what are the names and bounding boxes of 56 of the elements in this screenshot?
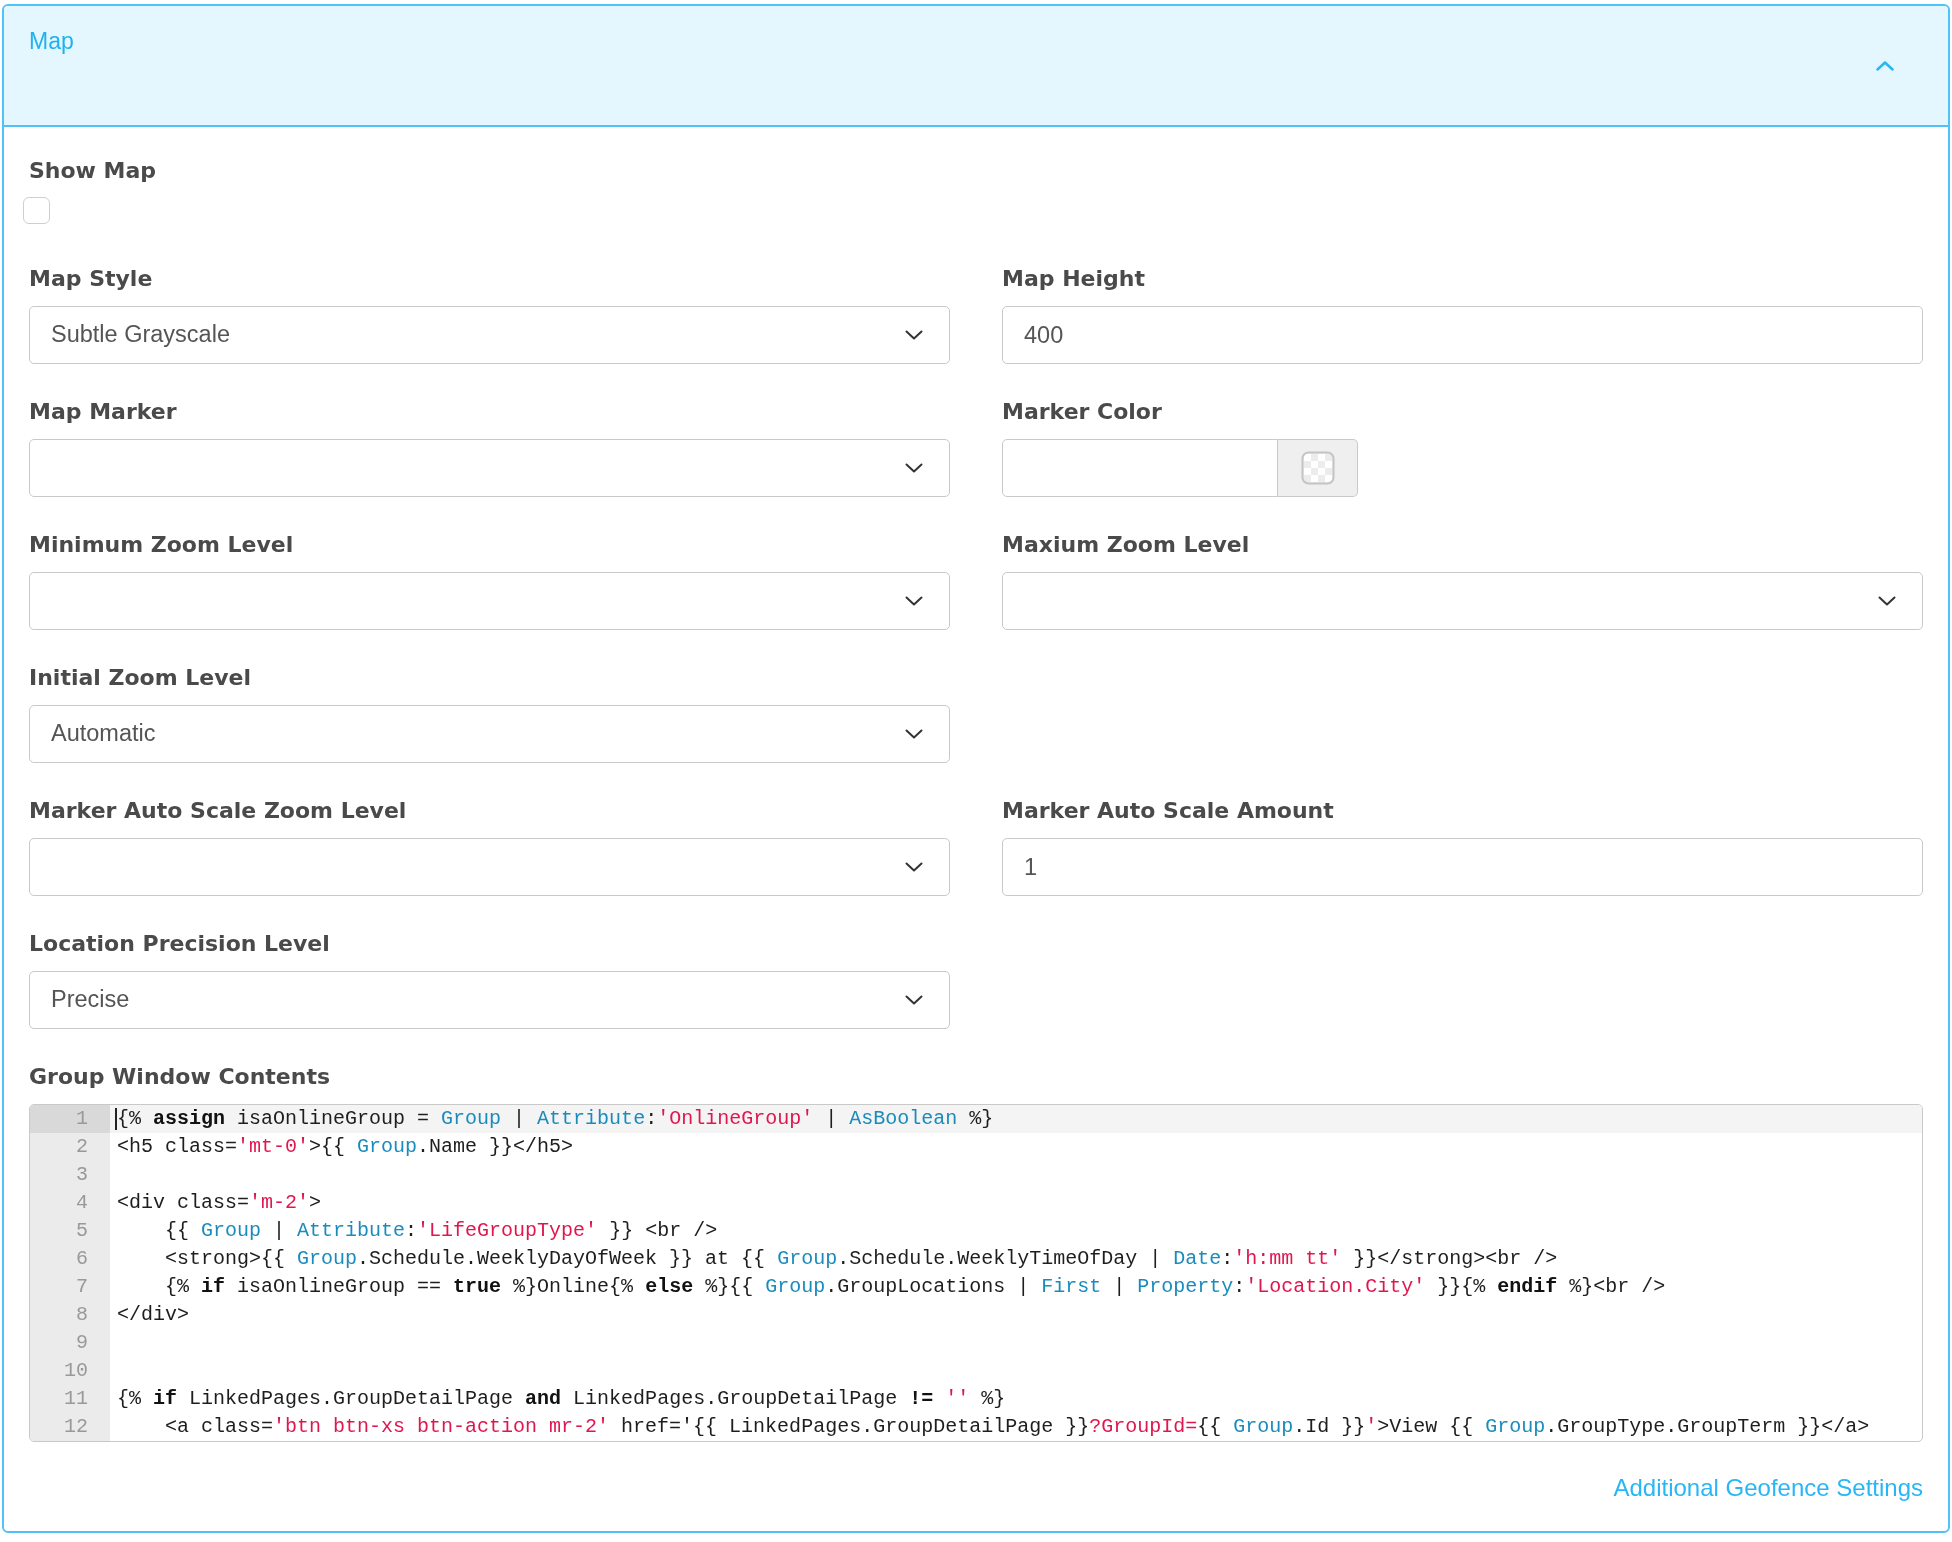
color-picker-button[interactable] <box>1278 439 1358 497</box>
code-line: <strong>{{ Group.Schedule.WeeklyDayOfWeek }} at {{ Group.Schedule.WeeklyTimeOfDay | Date:'h:mm tt' }}</strong><br /> <box>164 1246 1559 1272</box>
line-number: 11 <box>63 1386 89 1412</box>
color-swatch-icon <box>1300 451 1335 485</box>
field-label: Map Marker <box>29 398 178 426</box>
select-field[interactable] <box>29 439 950 497</box>
field-label: Location Precision Level <box>29 930 331 958</box>
field-label: Marker Auto Scale Zoom Level <box>29 797 408 825</box>
code-line: {{ Group | Attribute:'LifeGroupType' }} <br /> <box>164 1218 719 1244</box>
code-line: <a class='btn btn-xs btn-action mr-2' href='{{ LinkedPages.GroupDetailPage }}?GroupId={{ Group.Id }}'>View {{ Group.GroupType.GroupTerm }}</a> <box>164 1414 1871 1440</box>
panel-title: Map <box>29 27 74 55</box>
field-label: Marker Auto Scale Amount <box>1002 797 1335 825</box>
text-input[interactable]: 400 <box>1002 306 1923 364</box>
chevron-down-icon <box>905 995 923 1005</box>
line-number: 5 <box>75 1218 89 1244</box>
code-line: </div> <box>116 1302 190 1328</box>
field-label: Maxium Zoom Level <box>1002 531 1251 559</box>
field-label: Initial Zoom Level <box>29 664 252 692</box>
line-number: 7 <box>75 1274 89 1300</box>
chevron-down-icon <box>905 463 923 473</box>
line-number: 6 <box>75 1246 89 1272</box>
text-input[interactable]: 1 <box>1002 838 1923 896</box>
line-number: 1 <box>30 1105 110 1133</box>
show-map-checkbox[interactable] <box>23 197 50 224</box>
code-line: {% if isaOnlineGroup == true %}Online{% else %}{{ Group.GroupLocations | First | Property:'Location.City' }}{% endif %}<br /> <box>164 1274 1667 1300</box>
code-line: <h5 class='mt-0'>{{ Group.Name }}</h5> <box>116 1134 575 1160</box>
color-input[interactable] <box>1002 439 1278 497</box>
code-line: {% if LinkedPages.GroupDetailPage and LinkedPages.GroupDetailPage != '' %} <box>116 1386 1007 1412</box>
select-field[interactable]: Automatic <box>29 705 950 763</box>
line-number: 9 <box>75 1330 89 1356</box>
field-label: Map Style <box>29 265 154 293</box>
select-field[interactable] <box>29 838 950 896</box>
code-editor[interactable] <box>29 1104 1923 1442</box>
field-label: Marker Color <box>1002 398 1163 426</box>
field-label: Group Window Contents <box>29 1063 332 1091</box>
chevron-down-icon <box>905 862 923 872</box>
select-field[interactable] <box>1002 572 1923 630</box>
code-line: <div class='m-2'> <box>116 1190 323 1216</box>
chevron-down-icon <box>905 330 923 340</box>
field-label: Show Map <box>29 157 158 185</box>
line-number: 3 <box>75 1162 89 1188</box>
chevron-down-icon <box>905 729 923 739</box>
field-label: Map Height <box>1002 265 1146 293</box>
chevron-up-icon[interactable] <box>1876 60 1894 71</box>
chevron-down-icon <box>905 596 923 606</box>
select-field[interactable] <box>29 572 950 630</box>
line-number: 12 <box>63 1414 89 1440</box>
text-cursor <box>115 1108 117 1130</box>
field-label: Minimum Zoom Level <box>29 531 295 559</box>
chevron-down-icon <box>1878 596 1896 606</box>
line-number: 10 <box>63 1358 89 1384</box>
select-field[interactable]: Subtle Grayscale <box>29 306 950 364</box>
line-number: 2 <box>75 1134 89 1160</box>
line-number: 8 <box>75 1302 89 1328</box>
line-number: 4 <box>75 1190 89 1216</box>
select-field[interactable]: Precise <box>29 971 950 1029</box>
